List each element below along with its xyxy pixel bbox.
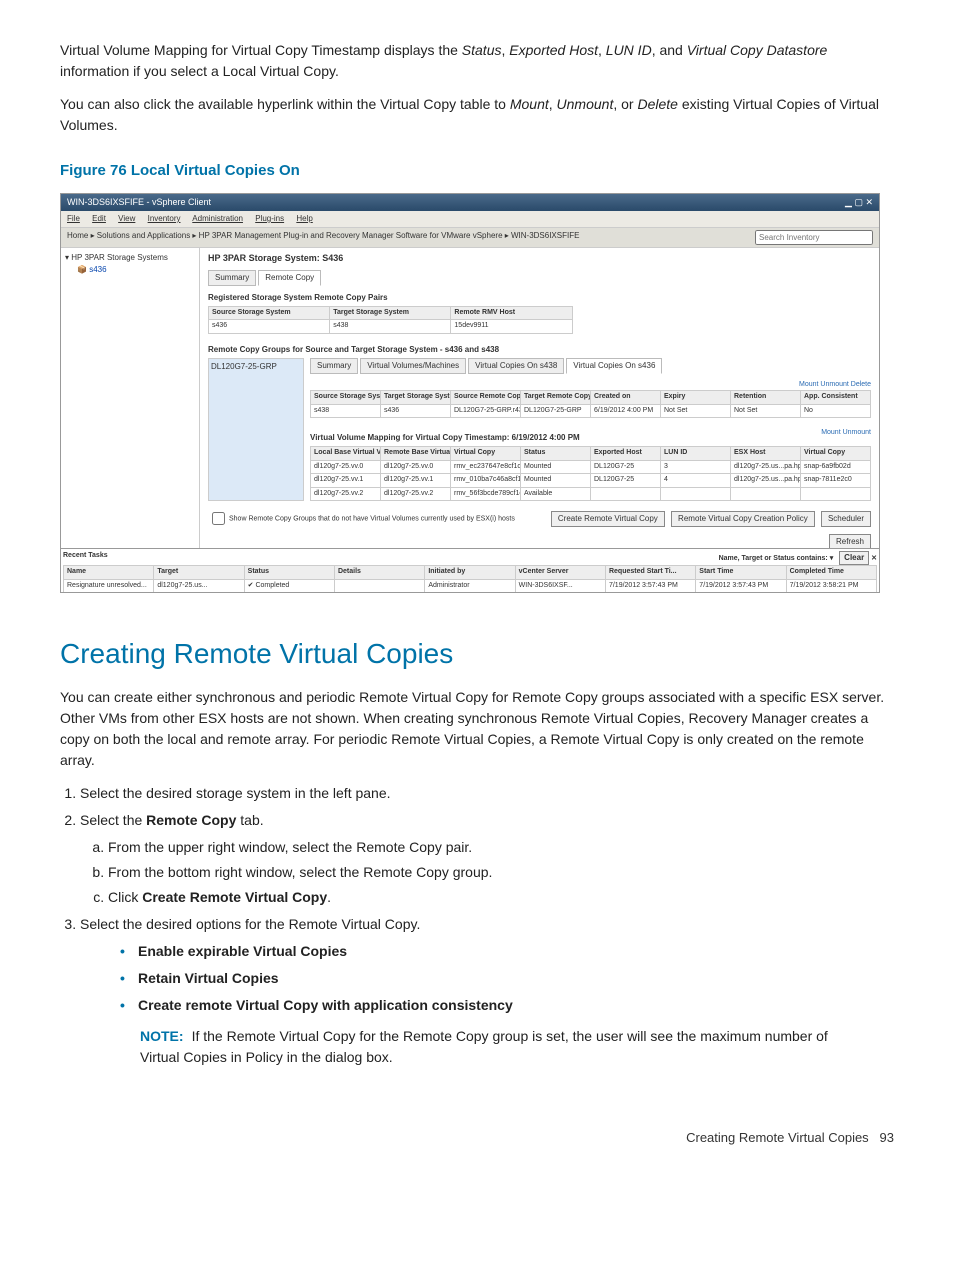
screenshot-vsphere: WIN-3DS6IXSFIFE - vSphere Client ▁ ▢ ✕ F… xyxy=(60,193,880,593)
task-row[interactable]: Resignature unresolved...dl120g7-25.us..… xyxy=(64,579,877,593)
tasks-title: Recent Tasks xyxy=(63,551,108,565)
menu-inventory[interactable]: Inventory xyxy=(148,214,181,223)
map-row[interactable]: dl120g7-25.vv.0dl120g7-25.vv.0rmv_ec2376… xyxy=(311,460,871,474)
menu-file[interactable]: File xyxy=(67,214,80,223)
gtab-on436[interactable]: Virtual Copies On s436 xyxy=(566,358,662,374)
step-1: Select the desired storage system in the… xyxy=(80,783,894,804)
group-selected[interactable]: DL120G7-25-GRP xyxy=(208,358,304,502)
btn-refresh[interactable]: Refresh xyxy=(829,534,871,548)
top-links[interactable]: Mount Unmount Delete xyxy=(310,380,871,391)
steps-list: Select the desired storage system in the… xyxy=(80,783,894,1068)
btn-create-rvc[interactable]: Create Remote Virtual Copy xyxy=(551,511,665,527)
step-3: Select the desired options for the Remot… xyxy=(80,914,894,1068)
menu-edit[interactable]: Edit xyxy=(92,214,106,223)
panel-title: HP 3PAR Storage System: S436 xyxy=(208,252,871,266)
section-title: Creating Remote Virtual Copies xyxy=(60,633,894,675)
intro-paragraph-2: You can also click the available hyperli… xyxy=(60,94,894,136)
pairs-title: Registered Storage System Remote Copy Pa… xyxy=(208,292,871,304)
groups-title: Remote Copy Groups for Source and Target… xyxy=(208,344,871,356)
map-row[interactable]: dl120g7-25.vv.1dl120g7-25.vv.1rmv_010ba7… xyxy=(311,474,871,488)
figure-caption: Figure 76 Local Virtual Copies On xyxy=(60,160,894,183)
tab-summary[interactable]: Summary xyxy=(208,270,256,286)
window-title: WIN-3DS6IXSFIFE - vSphere Client xyxy=(67,196,211,210)
bullet-create-app-consistency: Create remote Virtual Copy with applicat… xyxy=(120,995,894,1016)
group-row[interactable]: s438s436DL120G7-25-GRP.r436DL120G7-25-GR… xyxy=(311,404,871,418)
map-table: Local Base Virtual VolumeRemote Base Vir… xyxy=(310,446,871,501)
pairs-row[interactable]: s436s43815dev9911 xyxy=(209,320,573,334)
tasks-table: NameTargetStatusDetailsInitiated byvCent… xyxy=(63,565,877,593)
step-2b: From the bottom right window, select the… xyxy=(108,862,894,883)
note-block: NOTE:If the Remote Virtual Copy for the … xyxy=(140,1026,860,1068)
tasks-filter[interactable]: Name, Target or Status contains: ▾ xyxy=(719,555,834,562)
group-table: Source Storage SystemTarget Storage Syst… xyxy=(310,390,871,418)
bullet-retain: Retain Virtual Copies xyxy=(120,968,894,989)
menu-help[interactable]: Help xyxy=(296,214,312,223)
show-groups-checkbox[interactable]: Show Remote Copy Groups that do not have… xyxy=(208,509,515,528)
menu-admin[interactable]: Administration xyxy=(192,214,243,223)
btn-scheduler[interactable]: Scheduler xyxy=(821,511,871,527)
bullet-enable-expirable: Enable expirable Virtual Copies xyxy=(120,941,894,962)
step-2a: From the upper right window, select the … xyxy=(108,837,894,858)
tree-node-s436[interactable]: 📦 s436 xyxy=(77,264,195,276)
tree-pane: ▾ HP 3PAR Storage Systems 📦 s436 xyxy=(61,248,200,548)
page-footer: Creating Remote Virtual Copies 93 xyxy=(60,1128,894,1148)
map-title: Virtual Volume Mapping for Virtual Copy … xyxy=(310,432,580,444)
menu-view[interactable]: View xyxy=(118,214,135,223)
section-intro: You can create either synchronous and pe… xyxy=(60,687,894,771)
tasks-clear[interactable]: Clear xyxy=(839,551,869,565)
tree-root[interactable]: ▾ HP 3PAR Storage Systems xyxy=(65,252,195,264)
map-links[interactable]: Mount Unmount xyxy=(821,428,871,446)
map-row[interactable]: dl120g7-25.vv.2dl120g7-25.vv.2rmv_56f3bc… xyxy=(311,487,871,501)
intro-paragraph-1: Virtual Volume Mapping for Virtual Copy … xyxy=(60,40,894,82)
search-input[interactable] xyxy=(755,230,873,245)
gtab-on438[interactable]: Virtual Copies On s438 xyxy=(468,358,564,374)
menubar: File Edit View Inventory Administration … xyxy=(61,211,879,228)
btn-policy[interactable]: Remote Virtual Copy Creation Policy xyxy=(671,511,815,527)
step-2: Select the Remote Copy tab. From the upp… xyxy=(80,810,894,908)
gtab-vvm[interactable]: Virtual Volumes/Machines xyxy=(360,358,466,374)
step-2c: Click Create Remote Virtual Copy. xyxy=(108,887,894,908)
tab-remote-copy[interactable]: Remote Copy xyxy=(258,270,321,286)
note-label: NOTE: xyxy=(140,1028,184,1044)
window-controls[interactable]: ▁ ▢ ✕ xyxy=(845,196,873,210)
pairs-table: Source Storage SystemTarget Storage Syst… xyxy=(208,306,573,334)
breadcrumb[interactable]: Home ▸ Solutions and Applications ▸ HP 3… xyxy=(67,230,579,245)
menu-plugins[interactable]: Plug-ins xyxy=(255,214,284,223)
gtab-summary[interactable]: Summary xyxy=(310,358,358,374)
